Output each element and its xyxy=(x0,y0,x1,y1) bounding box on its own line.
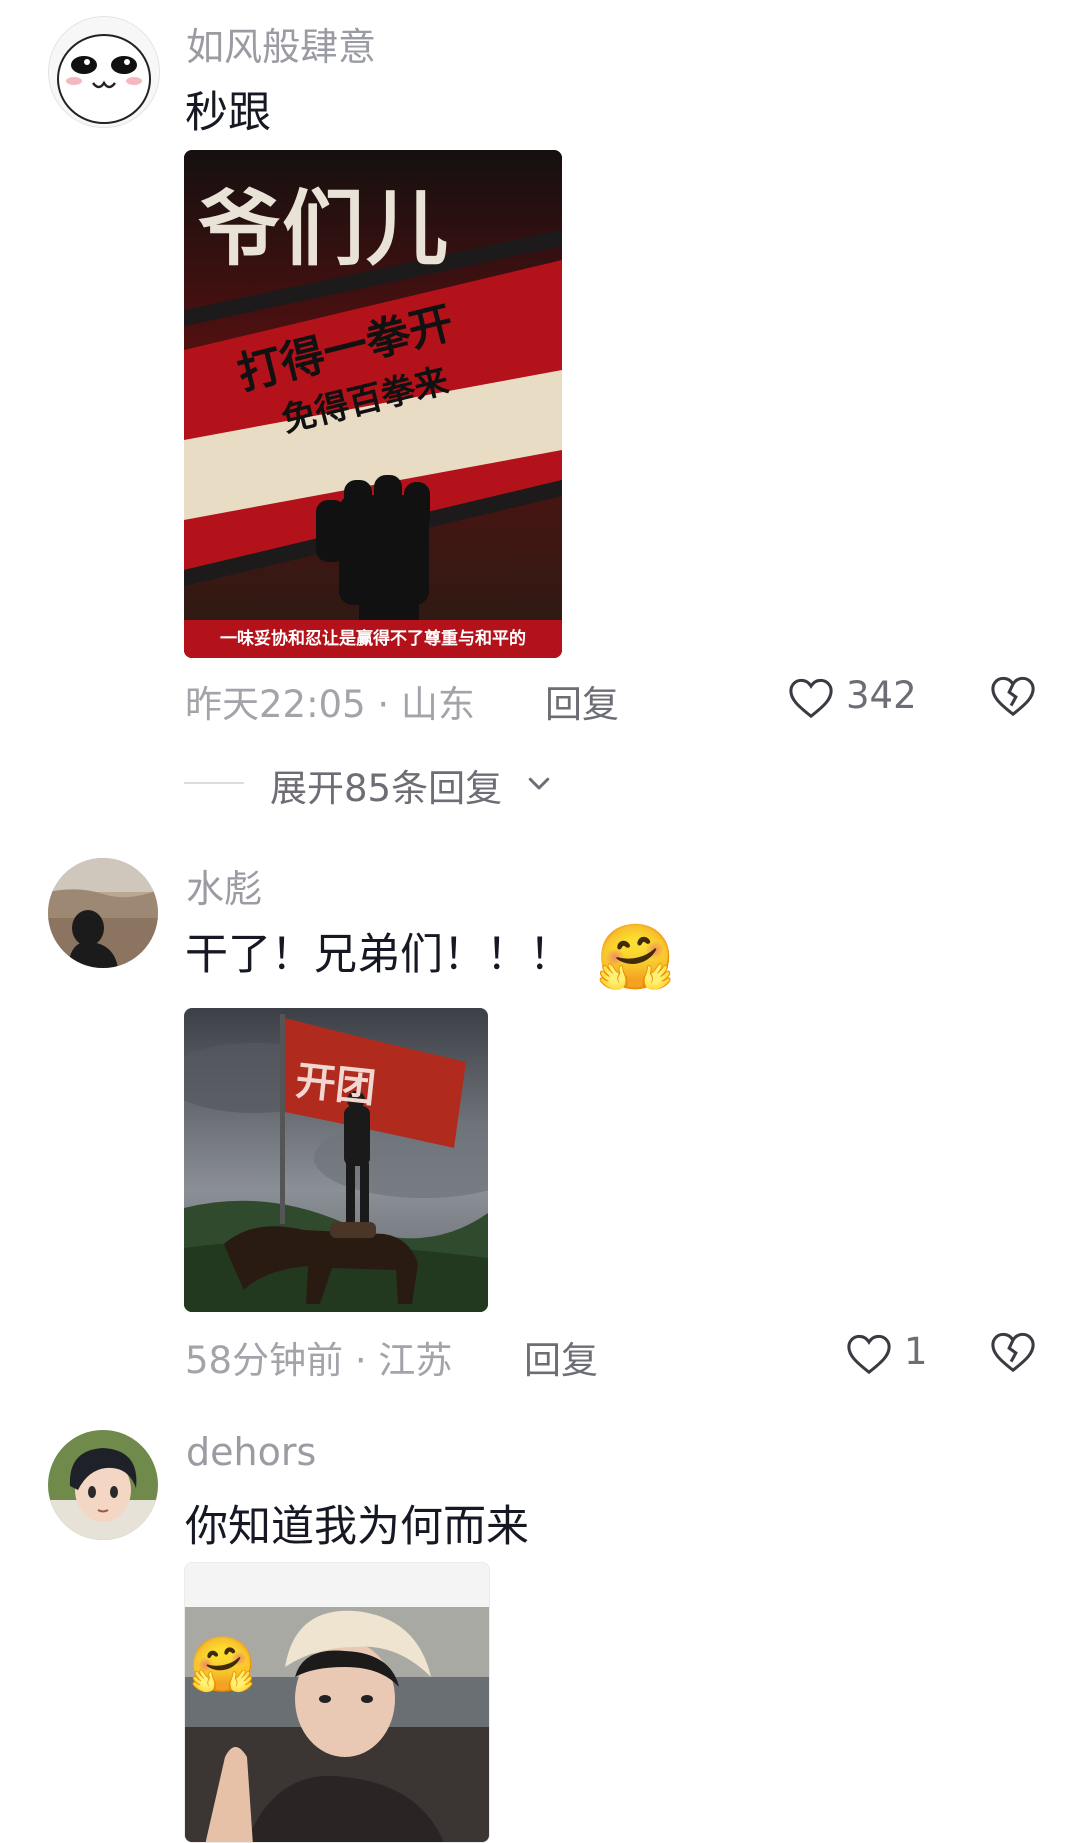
poster-title: 爷们儿 xyxy=(198,181,451,277)
dislike-button[interactable] xyxy=(990,1330,1040,1380)
comment-text: 你知道我为何而来 xyxy=(185,1502,529,1552)
chevron-down-icon xyxy=(528,777,550,790)
like-button[interactable]: 1 xyxy=(846,1330,936,1380)
timestamp-location: 昨天22:05 · 山东 xyxy=(185,683,475,726)
heart-icon xyxy=(847,1334,891,1375)
comment-image[interactable]: 爷们儿 打得一拳开 免得百拳来 一味妥协和忍让是赢得不了尊重与和平的 xyxy=(184,150,562,658)
broken-heart-icon xyxy=(991,676,1035,717)
like-count: 1 xyxy=(904,1330,928,1373)
expand-replies[interactable]: 展开85条回复 xyxy=(184,758,604,810)
hugging-face-emoji-icon: 🤗 xyxy=(189,1633,257,1696)
broken-heart-icon xyxy=(991,1332,1035,1373)
comment-image[interactable]: 🤗 xyxy=(184,1562,490,1843)
username[interactable]: 如风般肆意 xyxy=(186,16,376,71)
divider-line xyxy=(184,782,244,784)
like-count: 342 xyxy=(846,674,917,717)
expand-replies-label: 展开85条回复 xyxy=(270,767,503,810)
timestamp-location: 58分钟前 · 江苏 xyxy=(185,1339,453,1382)
hugging-face-emoji-icon: 🤗 xyxy=(595,921,676,995)
comment-text: 干了！兄弟们！！！ 🤗 xyxy=(185,920,675,995)
comment-image[interactable]: 开团 xyxy=(184,1008,488,1312)
comment-text: 秒跟 xyxy=(185,88,271,138)
heart-icon xyxy=(789,678,833,719)
avatar[interactable] xyxy=(48,858,158,968)
username[interactable]: dehors xyxy=(186,1430,316,1474)
avatar[interactable] xyxy=(48,1430,158,1540)
comment-text-body: 干了！兄弟们！！！ xyxy=(185,930,572,980)
dislike-button[interactable] xyxy=(990,674,1040,724)
poster-caption: 一味妥协和忍让是赢得不了尊重与和平的 xyxy=(184,620,562,658)
desert-silhouette-avatar-icon xyxy=(48,858,158,968)
reply-button[interactable]: 回复 xyxy=(545,674,619,728)
reply-button[interactable]: 回复 xyxy=(524,1330,598,1384)
meme-face-avatar-icon xyxy=(49,17,159,127)
avatar[interactable] xyxy=(48,16,160,128)
anime-boy-avatar-icon xyxy=(48,1430,158,1540)
flag-text: 开团 xyxy=(293,1057,378,1113)
username[interactable]: 水彪 xyxy=(186,858,262,913)
like-button[interactable]: 342 xyxy=(788,674,928,724)
